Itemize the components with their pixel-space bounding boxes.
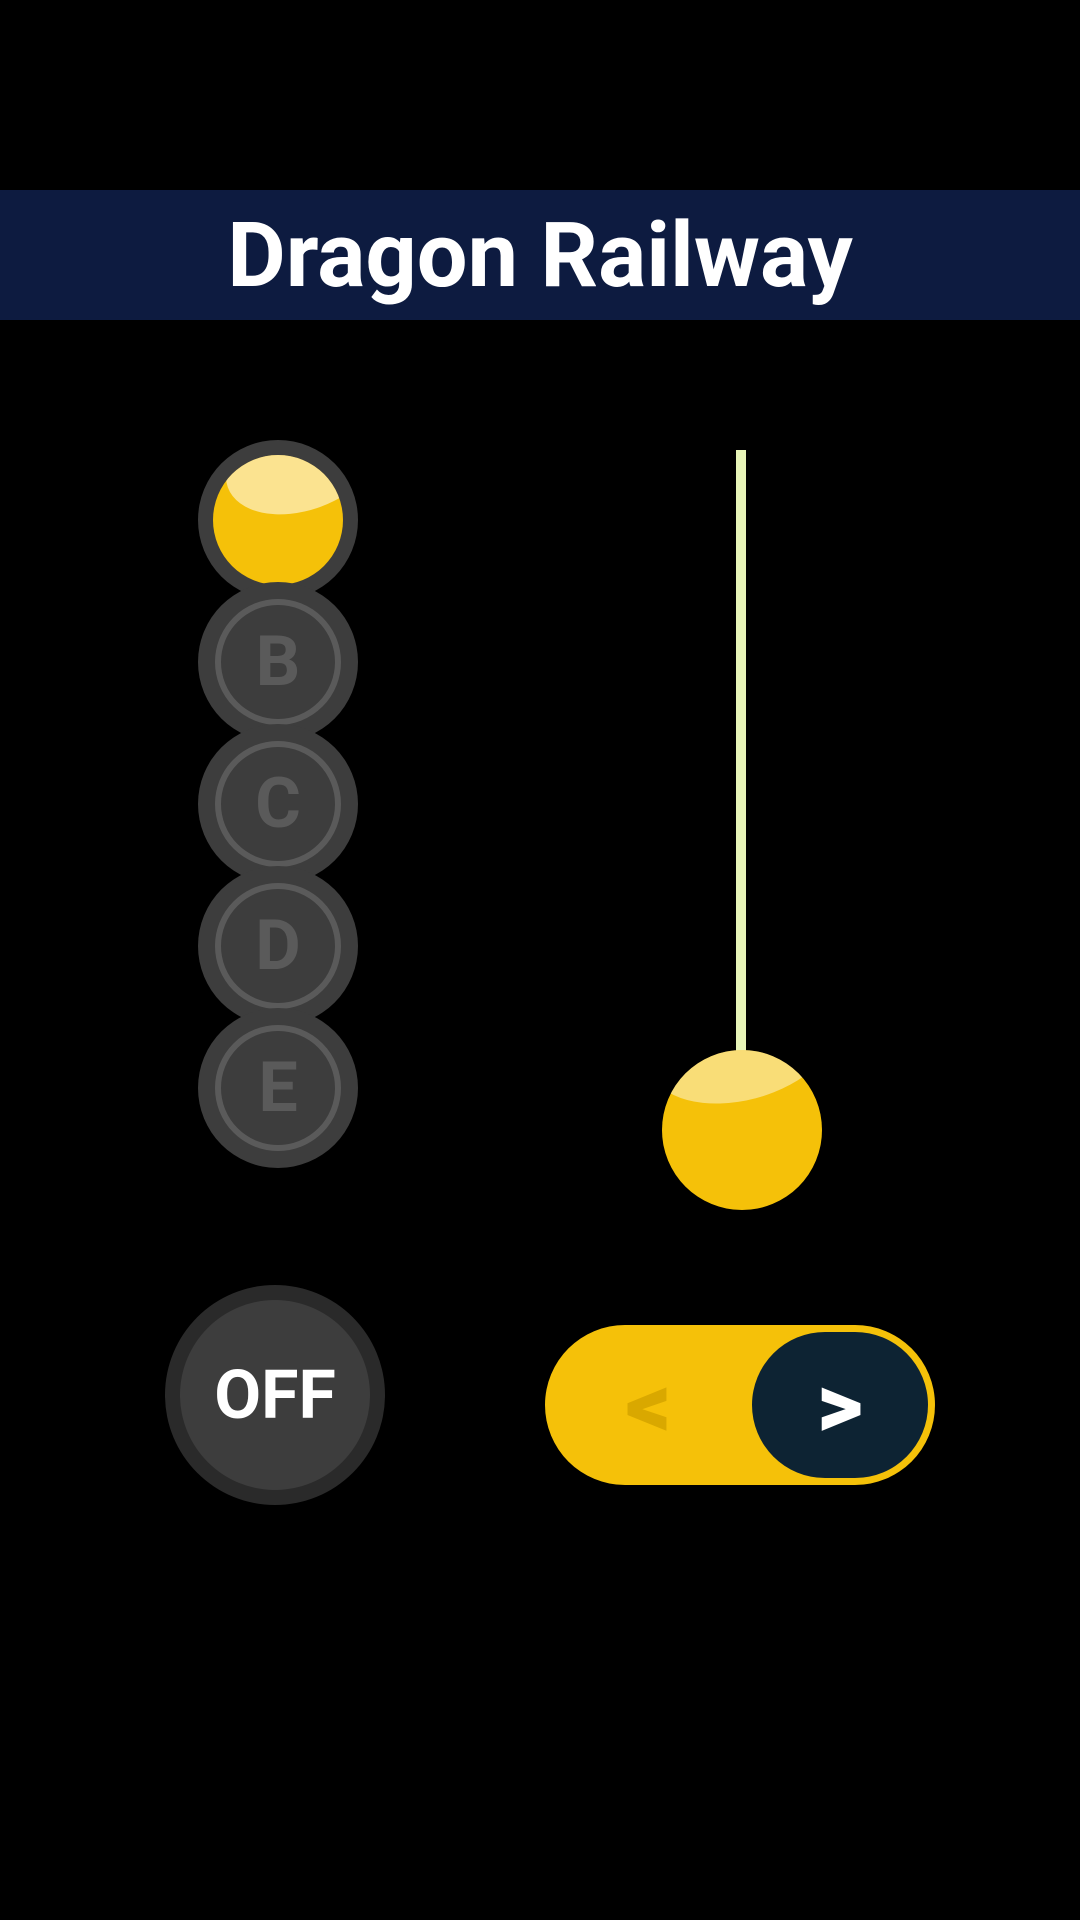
option-inner-ring: B [215,599,341,725]
option-e[interactable]: E [198,1008,358,1168]
header-bar: Dragon Railway [0,190,1080,320]
option-circle [198,440,358,600]
option-c[interactable]: C [198,724,358,884]
option-circle: E [198,1008,358,1168]
knob-highlight [662,1050,822,1123]
power-label: OFF [214,1355,336,1435]
option-inner-ring: E [215,1025,341,1151]
arrow-left-icon: < [626,1353,672,1458]
selected-indicator [213,455,343,585]
page-title: Dragon Railway [227,203,853,308]
option-a[interactable] [198,440,358,600]
power-inner-circle: OFF [180,1300,370,1490]
option-selector: B C D E [198,440,358,1150]
slider-track[interactable] [736,450,746,1150]
power-button[interactable]: OFF [165,1285,385,1505]
power-outer-ring: OFF [165,1285,385,1505]
option-letter: C [255,763,301,845]
toggle-right-option[interactable]: > [752,1332,928,1478]
direction-toggle[interactable]: < > [545,1325,935,1485]
option-letter: D [255,905,301,987]
toggle-left-option[interactable]: < [545,1353,752,1458]
option-circle: D [198,866,358,1026]
option-d[interactable]: D [198,866,358,1026]
option-inner-ring: C [215,741,341,867]
arrow-right-icon: > [817,1353,863,1458]
option-circle: C [198,724,358,884]
option-circle: B [198,582,358,742]
slider-knob[interactable] [662,1050,822,1210]
highlight-gloss [213,455,343,534]
option-b[interactable]: B [198,582,358,742]
option-inner-ring: D [215,883,341,1009]
option-letter: E [258,1047,297,1129]
option-letter: B [256,621,301,703]
